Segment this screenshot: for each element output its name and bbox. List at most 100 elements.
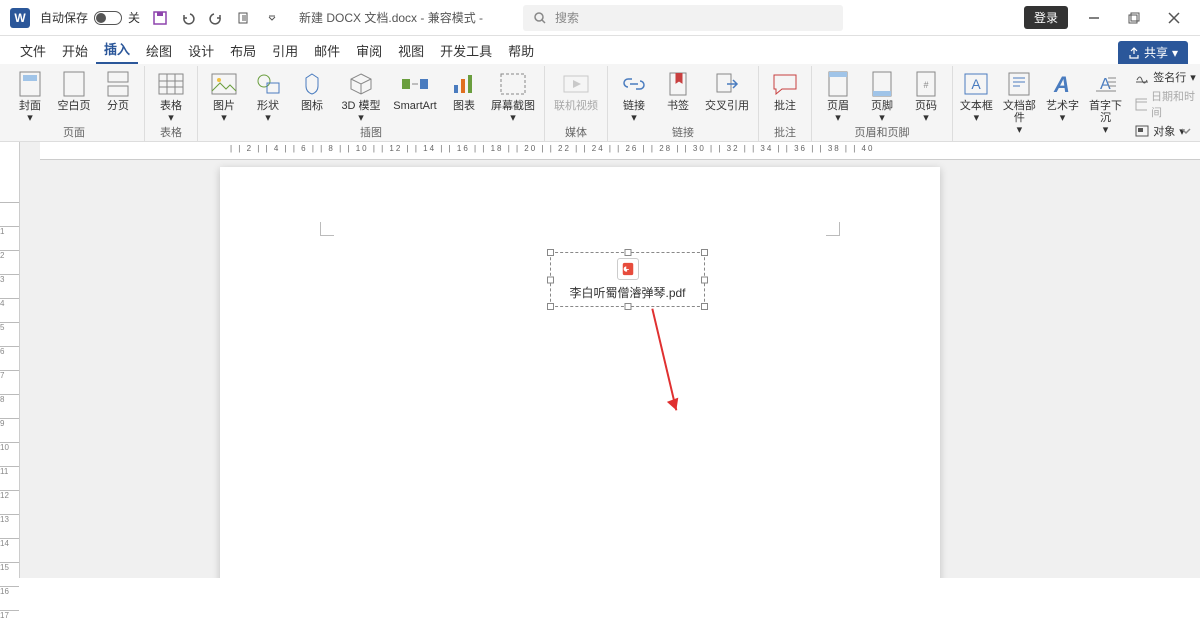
cross-ref-icon [713,70,741,98]
video-icon [562,70,590,98]
undo-button[interactable] [176,6,200,30]
cover-page-button[interactable]: 封面▾ [10,68,50,124]
search-icon [533,11,547,25]
embedded-object[interactable]: 李白听蜀僧濬弹琴.pdf [550,252,705,307]
tab-references[interactable]: 引用 [264,37,306,64]
screenshot-button[interactable]: 屏幕截图▾ [488,68,538,124]
share-button[interactable]: 共享 ▾ [1118,41,1188,64]
tab-file[interactable]: 文件 [12,37,54,64]
resize-handle[interactable] [547,303,554,310]
tab-draw[interactable]: 绘图 [138,37,180,64]
ribbon-group-table: 表格▾ 表格 [145,66,198,141]
app-icon-word: W [10,8,30,28]
footer-button[interactable]: 页脚▾ [862,68,902,124]
search-box[interactable]: 搜索 [523,5,843,31]
ribbon-collapse-button[interactable] [1178,123,1194,139]
quick-parts-icon [1005,70,1033,98]
page-break-icon [104,70,132,98]
resize-handle[interactable] [701,249,708,256]
signature-line-button[interactable]: 签名行 ▾ [1131,68,1200,86]
chart-icon [450,70,478,98]
document-title: 新建 DOCX 文档.docx - 兼容模式 - [299,9,483,26]
cross-ref-button[interactable]: 交叉引用 [702,68,752,112]
share-label: 共享 [1144,44,1168,61]
tab-home[interactable]: 开始 [54,37,96,64]
cover-page-icon [16,70,44,98]
drop-cap-icon: A [1092,70,1120,98]
wordart-button[interactable]: A艺术字▾ [1045,68,1080,124]
signature-icon [1135,70,1149,84]
login-button[interactable]: 登录 [1024,6,1068,29]
resize-handle[interactable] [624,249,631,256]
tab-review[interactable]: 审阅 [348,37,390,64]
bookmark-icon [664,70,692,98]
table-icon [157,70,185,98]
smartart-button[interactable]: SmartArt [390,68,440,112]
tab-devtools[interactable]: 开发工具 [432,37,500,64]
link-button[interactable]: 链接▾ [614,68,654,124]
autosave-toggle[interactable]: 自动保存 关 [40,9,140,26]
vertical-ruler: 1234567891011121314151617 [0,142,20,578]
save-button[interactable] [148,6,172,30]
resize-handle[interactable] [547,276,554,283]
header-button[interactable]: 页眉▾ [818,68,858,124]
page-break-button[interactable]: 分页 [98,68,138,112]
quick-parts-button[interactable]: 文档部件▾ [998,68,1041,136]
tab-help[interactable]: 帮助 [500,37,542,64]
link-icon [620,70,648,98]
header-icon [824,70,852,98]
pictures-button[interactable]: 图片▾ [204,68,244,124]
svg-text:#: # [923,80,928,90]
textbox-button[interactable]: A文本框▾ [959,68,994,124]
chevron-down-icon: ▾ [1172,46,1178,60]
icons-button[interactable]: 图标 [292,68,332,112]
ribbon-group-comments: 批注 批注 [759,66,812,141]
3d-models-button[interactable]: 3D 模型▾ [336,68,386,124]
resize-handle[interactable] [701,276,708,283]
shapes-button[interactable]: 形状▾ [248,68,288,124]
window-minimize[interactable] [1074,0,1114,36]
shapes-icon [254,70,282,98]
tab-insert[interactable]: 插入 [96,35,138,64]
annotation-arrow [604,295,716,429]
comment-button[interactable]: 批注 [765,68,805,112]
window-restore[interactable] [1114,0,1154,36]
document-area: 1234567891011121314151617 | | 2 | | 4 | … [0,142,1200,578]
tab-view[interactable]: 视图 [390,37,432,64]
share-icon [1128,47,1140,59]
smartart-icon [401,70,429,98]
tab-mailings[interactable]: 邮件 [306,37,348,64]
ribbon-group-header-footer: 页眉▾ 页脚▾ #页码▾ 页眉和页脚 [812,66,953,141]
wordart-icon: A [1048,70,1076,98]
resize-handle[interactable] [701,303,708,310]
object-icon [1135,124,1149,138]
page-number-icon: # [912,70,940,98]
page[interactable]: 李白听蜀僧濬弹琴.pdf [220,167,940,578]
qat-dropdown[interactable] [260,6,284,30]
blank-page-icon [60,70,88,98]
comment-icon [771,70,799,98]
drop-cap-button[interactable]: A首字下沉▾ [1084,68,1127,136]
tab-layout[interactable]: 布局 [222,37,264,64]
toggle-switch-icon[interactable] [94,11,122,25]
redo-button[interactable] [204,6,228,30]
chart-button[interactable]: 图表 [444,68,484,112]
qat-more-button[interactable] [232,6,256,30]
footer-icon [868,70,896,98]
bookmark-button[interactable]: 书签 [658,68,698,112]
svg-text:A: A [972,76,982,92]
icons-icon [298,70,326,98]
resize-handle[interactable] [547,249,554,256]
ribbon-group-illustrations: 图片▾ 形状▾ 图标 3D 模型▾ SmartArt 图表 屏幕截图▾ 插图 [198,66,545,141]
cube-icon [347,70,375,98]
tab-design[interactable]: 设计 [180,37,222,64]
autosave-state: 关 [128,9,140,26]
window-close[interactable] [1154,0,1194,36]
ribbon-group-media: 联机视频 媒体 [545,66,608,141]
calendar-icon [1135,97,1147,111]
blank-page-button[interactable]: 空白页 [54,68,94,112]
page-number-button[interactable]: #页码▾ [906,68,946,124]
ribbon-group-pages: 封面▾ 空白页 分页 页面 [4,66,145,141]
table-button[interactable]: 表格▾ [151,68,191,124]
svg-text:A: A [1054,72,1071,96]
